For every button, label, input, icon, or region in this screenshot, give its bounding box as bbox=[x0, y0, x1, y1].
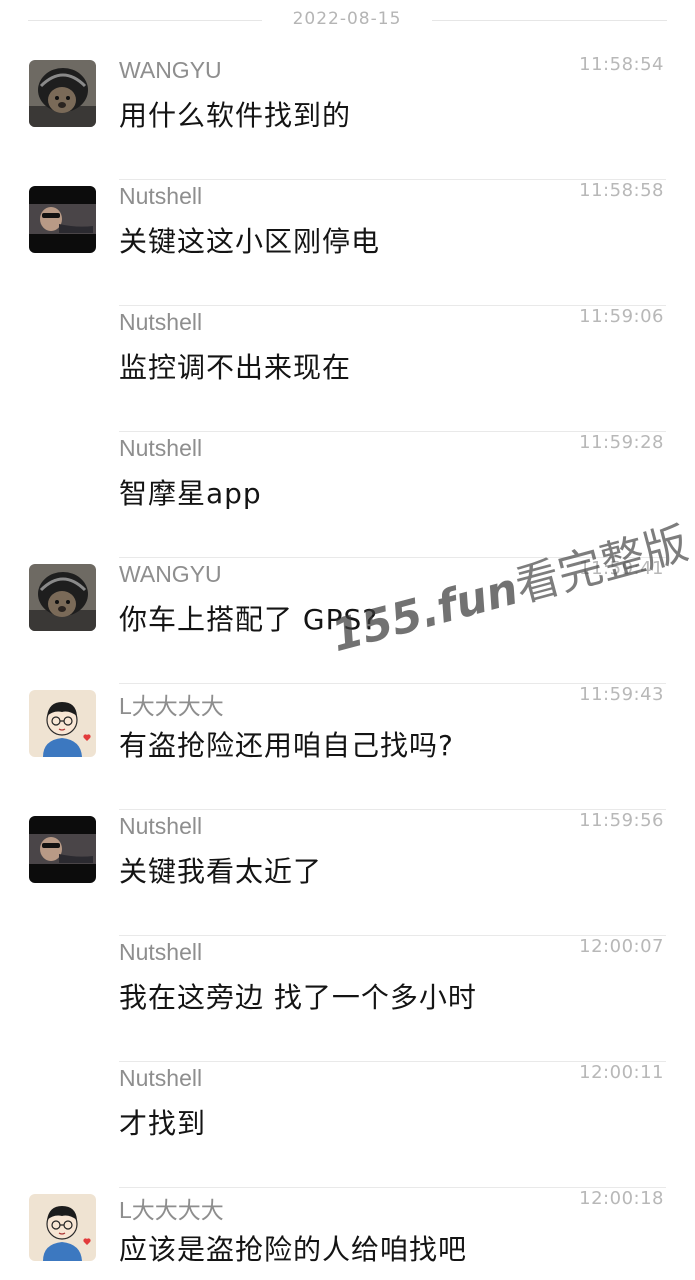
message-item[interactable]: L大大大大 11:59:43 有盗抢险还用咱自己找吗? bbox=[0, 684, 695, 810]
message-time: 12:00:07 bbox=[579, 936, 664, 957]
date-separator: 2022-08-15 bbox=[0, 0, 695, 40]
sender-name: Nutshell bbox=[119, 309, 203, 335]
avatar-wangyu[interactable] bbox=[29, 60, 96, 127]
sender-name: WANGYU bbox=[119, 57, 222, 83]
sunglasses-man-avatar-icon bbox=[29, 816, 96, 883]
message-item[interactable]: L大大大大 12:00:18 应该是盗抢险的人给咱找吧 bbox=[0, 1188, 695, 1280]
message-time: 11:58:54 bbox=[579, 54, 664, 75]
date-divider-right bbox=[432, 20, 667, 21]
message-time: 11:59:56 bbox=[579, 810, 664, 831]
message-item[interactable]: WANGYU 11:58:54 用什么软件找到的 bbox=[0, 54, 695, 180]
message-text: 关键这这小区刚停电 bbox=[119, 225, 381, 258]
message-item[interactable]: Nutshell 12:00:07 我在这旁边 找了一个多小时 bbox=[0, 936, 695, 1062]
avatar-l[interactable] bbox=[29, 1194, 96, 1261]
helmet-dog-avatar-icon bbox=[29, 60, 96, 127]
sender-name: Nutshell bbox=[119, 813, 203, 839]
message-item[interactable]: Nutshell 12:00:11 才找到 bbox=[0, 1062, 695, 1188]
message-text: 才找到 bbox=[119, 1107, 207, 1140]
message-time: 11:59:41 bbox=[579, 558, 664, 579]
message-item[interactable]: Nutshell 11:59:06 监控调不出来现在 bbox=[0, 306, 695, 432]
sender-name: Nutshell bbox=[119, 1065, 203, 1091]
message-text: 我在这旁边 找了一个多小时 bbox=[119, 981, 477, 1014]
date-divider-left bbox=[28, 20, 262, 21]
message-text: 有盗抢险还用咱自己找吗? bbox=[119, 729, 454, 762]
cartoon-boy-avatar-icon bbox=[29, 690, 96, 757]
avatar-nutshell[interactable] bbox=[29, 186, 96, 253]
message-text: 你车上搭配了 GPS? bbox=[119, 603, 379, 636]
sender-name: Nutshell bbox=[119, 435, 203, 461]
message-text: 用什么软件找到的 bbox=[119, 99, 352, 132]
message-text: 智摩星app bbox=[119, 477, 262, 510]
message-time: 11:59:43 bbox=[579, 684, 664, 705]
cartoon-boy-avatar-icon bbox=[29, 1194, 96, 1261]
sender-name: Nutshell bbox=[119, 939, 203, 965]
message-item[interactable]: Nutshell 11:58:58 关键这这小区刚停电 bbox=[0, 180, 695, 306]
message-time: 11:58:58 bbox=[579, 180, 664, 201]
message-time: 12:00:11 bbox=[579, 1062, 664, 1083]
message-text: 应该是盗抢险的人给咱找吧 bbox=[119, 1233, 468, 1266]
message-text: 关键我看太近了 bbox=[119, 855, 323, 888]
message-item[interactable]: WANGYU 11:59:41 你车上搭配了 GPS? bbox=[0, 558, 695, 684]
message-item[interactable]: Nutshell 11:59:28 智摩星app bbox=[0, 432, 695, 558]
sunglasses-man-avatar-icon bbox=[29, 186, 96, 253]
message-item[interactable]: Nutshell 11:59:56 关键我看太近了 bbox=[0, 810, 695, 936]
message-time: 11:59:06 bbox=[579, 306, 664, 327]
message-time: 12:00:18 bbox=[579, 1188, 664, 1209]
sender-name: L大大大大 bbox=[119, 693, 224, 719]
helmet-dog-avatar-icon bbox=[29, 564, 96, 631]
sender-name: L大大大大 bbox=[119, 1197, 224, 1223]
avatar-nutshell[interactable] bbox=[29, 816, 96, 883]
avatar-l[interactable] bbox=[29, 690, 96, 757]
message-text: 监控调不出来现在 bbox=[119, 351, 352, 384]
avatar-wangyu[interactable] bbox=[29, 564, 96, 631]
message-time: 11:59:28 bbox=[579, 432, 664, 453]
sender-name: WANGYU bbox=[119, 561, 222, 587]
date-separator-text: 2022-08-15 bbox=[292, 9, 402, 29]
sender-name: Nutshell bbox=[119, 183, 203, 209]
